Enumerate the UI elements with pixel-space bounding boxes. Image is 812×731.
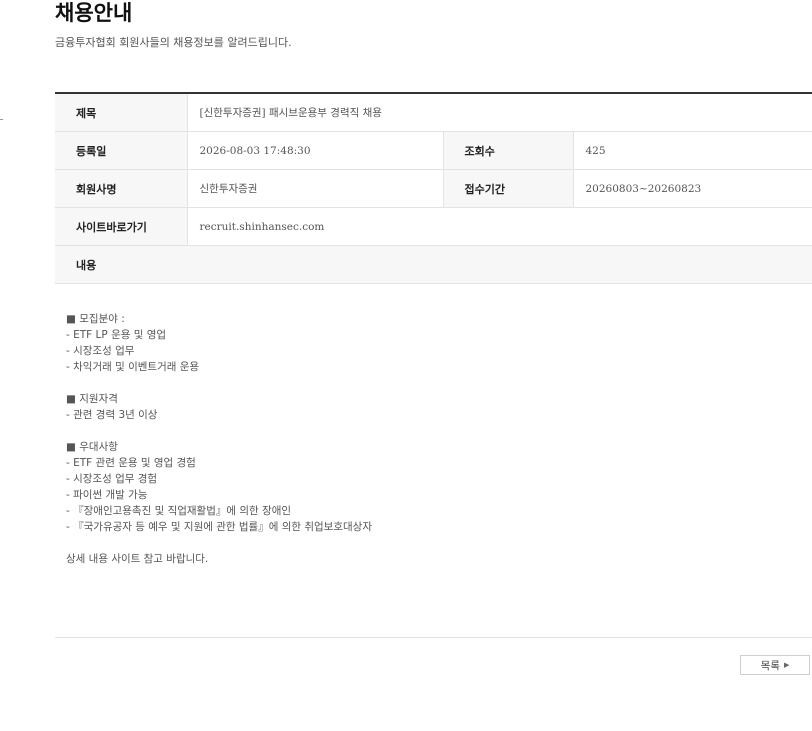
- site-label: 사이트바로가기: [55, 207, 187, 246]
- company-value: 신한투자증권: [186, 169, 443, 208]
- content-line: - 관련 경력 3년 이상: [66, 409, 158, 421]
- period-value: 20260803~20260823: [572, 169, 812, 208]
- content-body: ■ 모집분야 : - ETF LP 운용 및 영업 - 시장조성 업무 - 차익…: [66, 311, 372, 567]
- bottom-divider: [55, 637, 812, 638]
- table-row-company: 회원사명 신한투자증권 접수기간 20260803~20260823: [55, 169, 812, 208]
- content-line: - 시장조성 업무: [66, 345, 135, 357]
- content-line: - ETF LP 운용 및 영업: [66, 329, 167, 341]
- title-value: [신한투자증권] 패시브운용부 경력직 채용: [186, 93, 812, 132]
- views-label: 조회수: [442, 131, 573, 170]
- period-label: 접수기간: [442, 169, 573, 208]
- views-value: 425: [572, 131, 812, 170]
- content-line: - 파이썬 개발 가능: [66, 489, 148, 501]
- table-row-site: 사이트바로가기 recruit.shinhansec.com: [55, 207, 812, 246]
- site-link[interactable]: recruit.shinhansec.com: [186, 207, 812, 246]
- content-line: - 차익거래 및 이벤트거래 운용: [66, 361, 200, 373]
- list-button[interactable]: 목록 ▶: [740, 655, 810, 675]
- list-button-label: 목록: [760, 659, 780, 672]
- page-subtitle: 금융투자협회 회원사들의 채용정보를 알려드립니다.: [55, 36, 292, 49]
- date-value: 2026-08-03 17:48:30: [186, 131, 443, 170]
- table-row-date: 등록일 2026-08-03 17:48:30 조회수 425: [55, 131, 812, 170]
- content-line: 상세 내용 사이트 참고 바랍니다.: [66, 553, 209, 565]
- content-line: ■ 지원자격: [66, 393, 118, 405]
- table-row-content: 내용: [55, 245, 812, 284]
- side-divider-tick: [0, 119, 3, 120]
- content-line: - ETF 관련 운용 및 영업 경험: [66, 457, 196, 469]
- job-info-table: 제목 [신한투자증권] 패시브운용부 경력직 채용 등록일 2026-08-03…: [55, 92, 812, 284]
- content-line: ■ 모집분야 :: [66, 313, 125, 325]
- content-line: - 시장조성 업무 경험: [66, 473, 158, 485]
- title-label: 제목: [55, 93, 187, 132]
- table-row-title: 제목 [신한투자증권] 패시브운용부 경력직 채용: [55, 93, 812, 132]
- triangle-right-icon: ▶: [783, 661, 790, 669]
- page-title: 채용안내: [55, 1, 133, 25]
- content-line: - 『장애인고용촉진 및 직업재활법』에 의한 장애인: [66, 505, 292, 517]
- company-label: 회원사명: [55, 169, 187, 208]
- content-line: - 『국가유공자 등 예우 및 지원에 관한 법률』에 의한 취업보호대상자: [66, 521, 372, 533]
- content-line: ■ 우대사항: [66, 441, 118, 453]
- date-label: 등록일: [55, 131, 187, 170]
- content-label: 내용: [55, 245, 812, 284]
